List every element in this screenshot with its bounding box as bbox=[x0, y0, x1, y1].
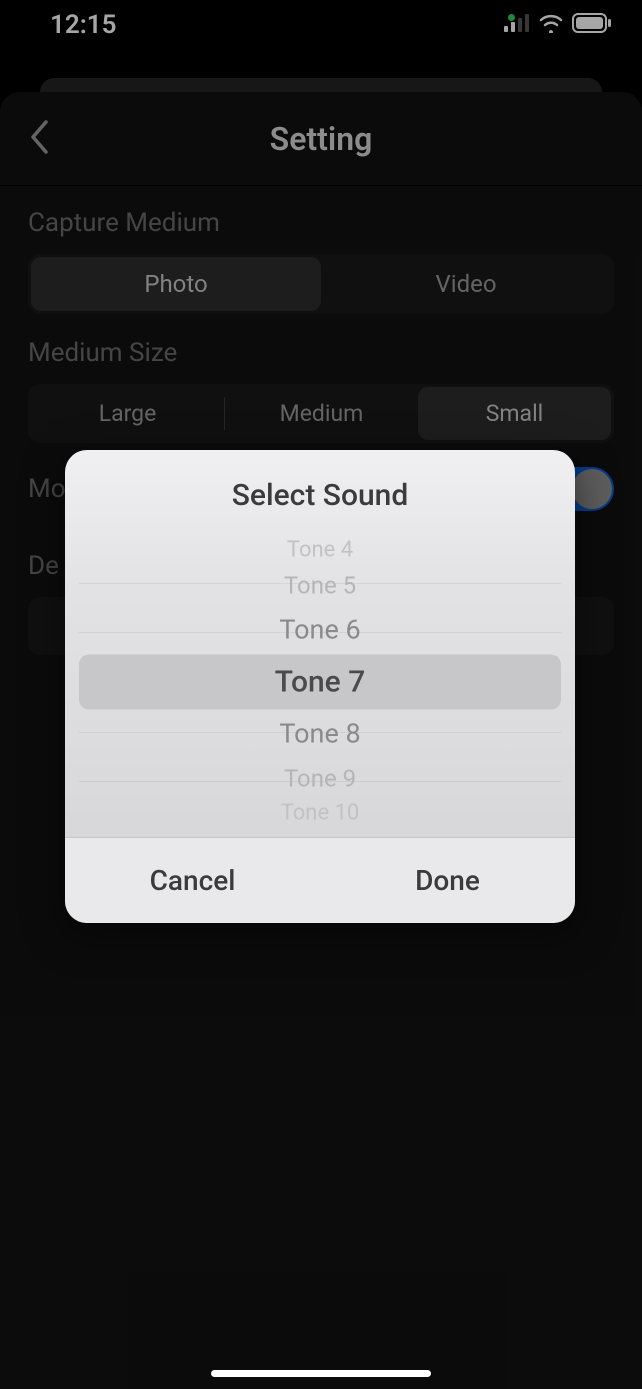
picker-item[interactable]: Tone 8 bbox=[79, 710, 561, 759]
home-indicator[interactable] bbox=[211, 1370, 431, 1377]
done-button[interactable]: Done bbox=[320, 838, 575, 923]
picker-item[interactable]: Tone 10 bbox=[79, 799, 561, 828]
dialog-button-row: Cancel Done bbox=[65, 837, 575, 923]
picker-item-selected[interactable]: Tone 7 bbox=[79, 655, 561, 710]
picker-item[interactable]: Tone 4 bbox=[79, 537, 561, 566]
select-sound-dialog: Select Sound Tone 4 Tone 5 Tone 6 Tone 7… bbox=[65, 450, 575, 923]
cancel-button[interactable]: Cancel bbox=[65, 838, 320, 923]
picker-item[interactable]: Tone 5 bbox=[79, 566, 561, 606]
picker-item[interactable]: Tone 9 bbox=[79, 759, 561, 799]
sound-picker[interactable]: Tone 4 Tone 5 Tone 6 Tone 7 Tone 8 Tone … bbox=[79, 537, 561, 827]
dialog-title: Select Sound bbox=[65, 450, 575, 537]
picker-item[interactable]: Tone 6 bbox=[79, 606, 561, 655]
picker-items: Tone 4 Tone 5 Tone 6 Tone 7 Tone 8 Tone … bbox=[79, 537, 561, 827]
